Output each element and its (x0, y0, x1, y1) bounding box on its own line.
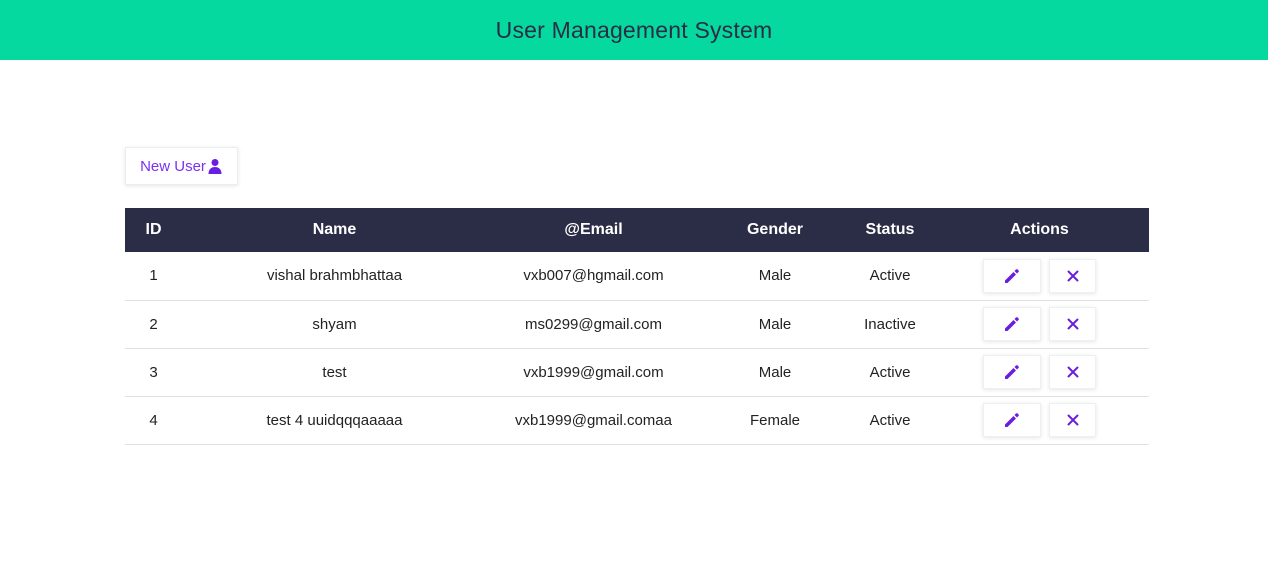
delete-button[interactable] (1049, 403, 1096, 437)
cell-id: 1 (149, 267, 158, 285)
cell-email: ms0299@gmail.com (525, 315, 662, 333)
column-header-gender: Gender (746, 221, 803, 238)
column-header-status: Status (865, 221, 915, 238)
pencil-icon (1005, 413, 1019, 427)
cell-name: test 4 uuidqqqaaaaa (266, 411, 403, 429)
cell-status: Active (869, 267, 911, 285)
pencil-icon (1005, 365, 1019, 379)
cell-status: Active (869, 411, 911, 429)
table-row: 1 vishal brahmbhattaa vxb007@hgmail.com … (125, 252, 1149, 300)
edit-button[interactable] (983, 258, 1041, 293)
close-icon (1067, 414, 1078, 426)
users-table: ID Name @Email Gender Status Actions 1 v… (125, 208, 1149, 445)
cell-gender: Male (758, 363, 792, 381)
cell-status: Inactive (864, 315, 916, 333)
user-icon (208, 159, 222, 174)
cell-name: vishal brahmbhattaa (266, 267, 403, 285)
edit-button[interactable] (983, 403, 1041, 437)
close-icon (1067, 318, 1078, 330)
cell-status: Active (869, 363, 911, 381)
column-header-name: Name (312, 221, 357, 238)
delete-button[interactable] (1049, 258, 1096, 293)
app-header: User Management System (0, 0, 1268, 60)
table-row: 2 shyam ms0299@gmail.com Male Inactive (125, 300, 1149, 348)
page-title: User Management System (495, 16, 773, 43)
delete-button[interactable] (1049, 307, 1096, 341)
table-row: 4 test 4 uuidqqqaaaaa vxb1999@gmail.coma… (125, 396, 1149, 444)
pencil-icon (1005, 268, 1019, 283)
column-header-email: @Email (564, 221, 623, 238)
cell-actions (930, 300, 1149, 348)
cell-id: 4 (149, 411, 158, 429)
edit-button[interactable] (983, 307, 1041, 341)
cell-name: shyam (312, 315, 357, 333)
new-user-label: New User (140, 157, 206, 175)
cell-email: vxb007@hgmail.com (523, 267, 664, 285)
cell-email: vxb1999@gmail.comaa (515, 411, 672, 429)
table-header-row: ID Name @Email Gender Status Actions (125, 208, 1149, 252)
cell-actions (930, 396, 1149, 444)
edit-button[interactable] (983, 355, 1041, 389)
delete-button[interactable] (1049, 355, 1096, 389)
close-icon (1067, 366, 1078, 378)
new-user-button[interactable]: New User (125, 147, 238, 185)
cell-gender: Male (758, 267, 792, 285)
cell-actions (930, 348, 1149, 396)
pencil-icon (1005, 317, 1019, 331)
column-header-id: ID (145, 221, 162, 238)
close-icon (1067, 270, 1078, 282)
cell-id: 3 (149, 363, 158, 381)
cell-actions (930, 252, 1149, 300)
table-row: 3 test vxb1999@gmail.com Male Active (125, 348, 1149, 396)
cell-gender: Male (758, 315, 792, 333)
cell-name: test (322, 363, 347, 381)
column-header-actions: Actions (1010, 221, 1069, 238)
cell-email: vxb1999@gmail.com (523, 363, 664, 381)
cell-id: 2 (149, 315, 158, 333)
cell-gender: Female (749, 411, 801, 429)
